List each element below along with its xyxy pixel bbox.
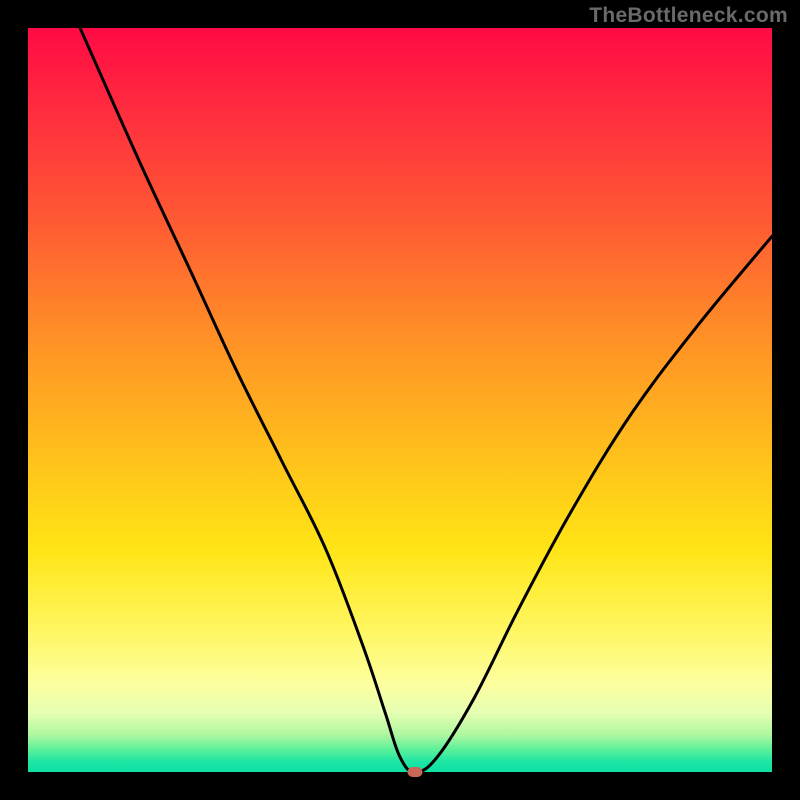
curve-svg xyxy=(28,28,772,772)
chart-frame: TheBottleneck.com xyxy=(0,0,800,800)
plot-area xyxy=(28,28,772,772)
watermark-text: TheBottleneck.com xyxy=(589,4,788,28)
bottleneck-curve-path xyxy=(80,28,772,772)
optimum-marker xyxy=(407,767,422,777)
